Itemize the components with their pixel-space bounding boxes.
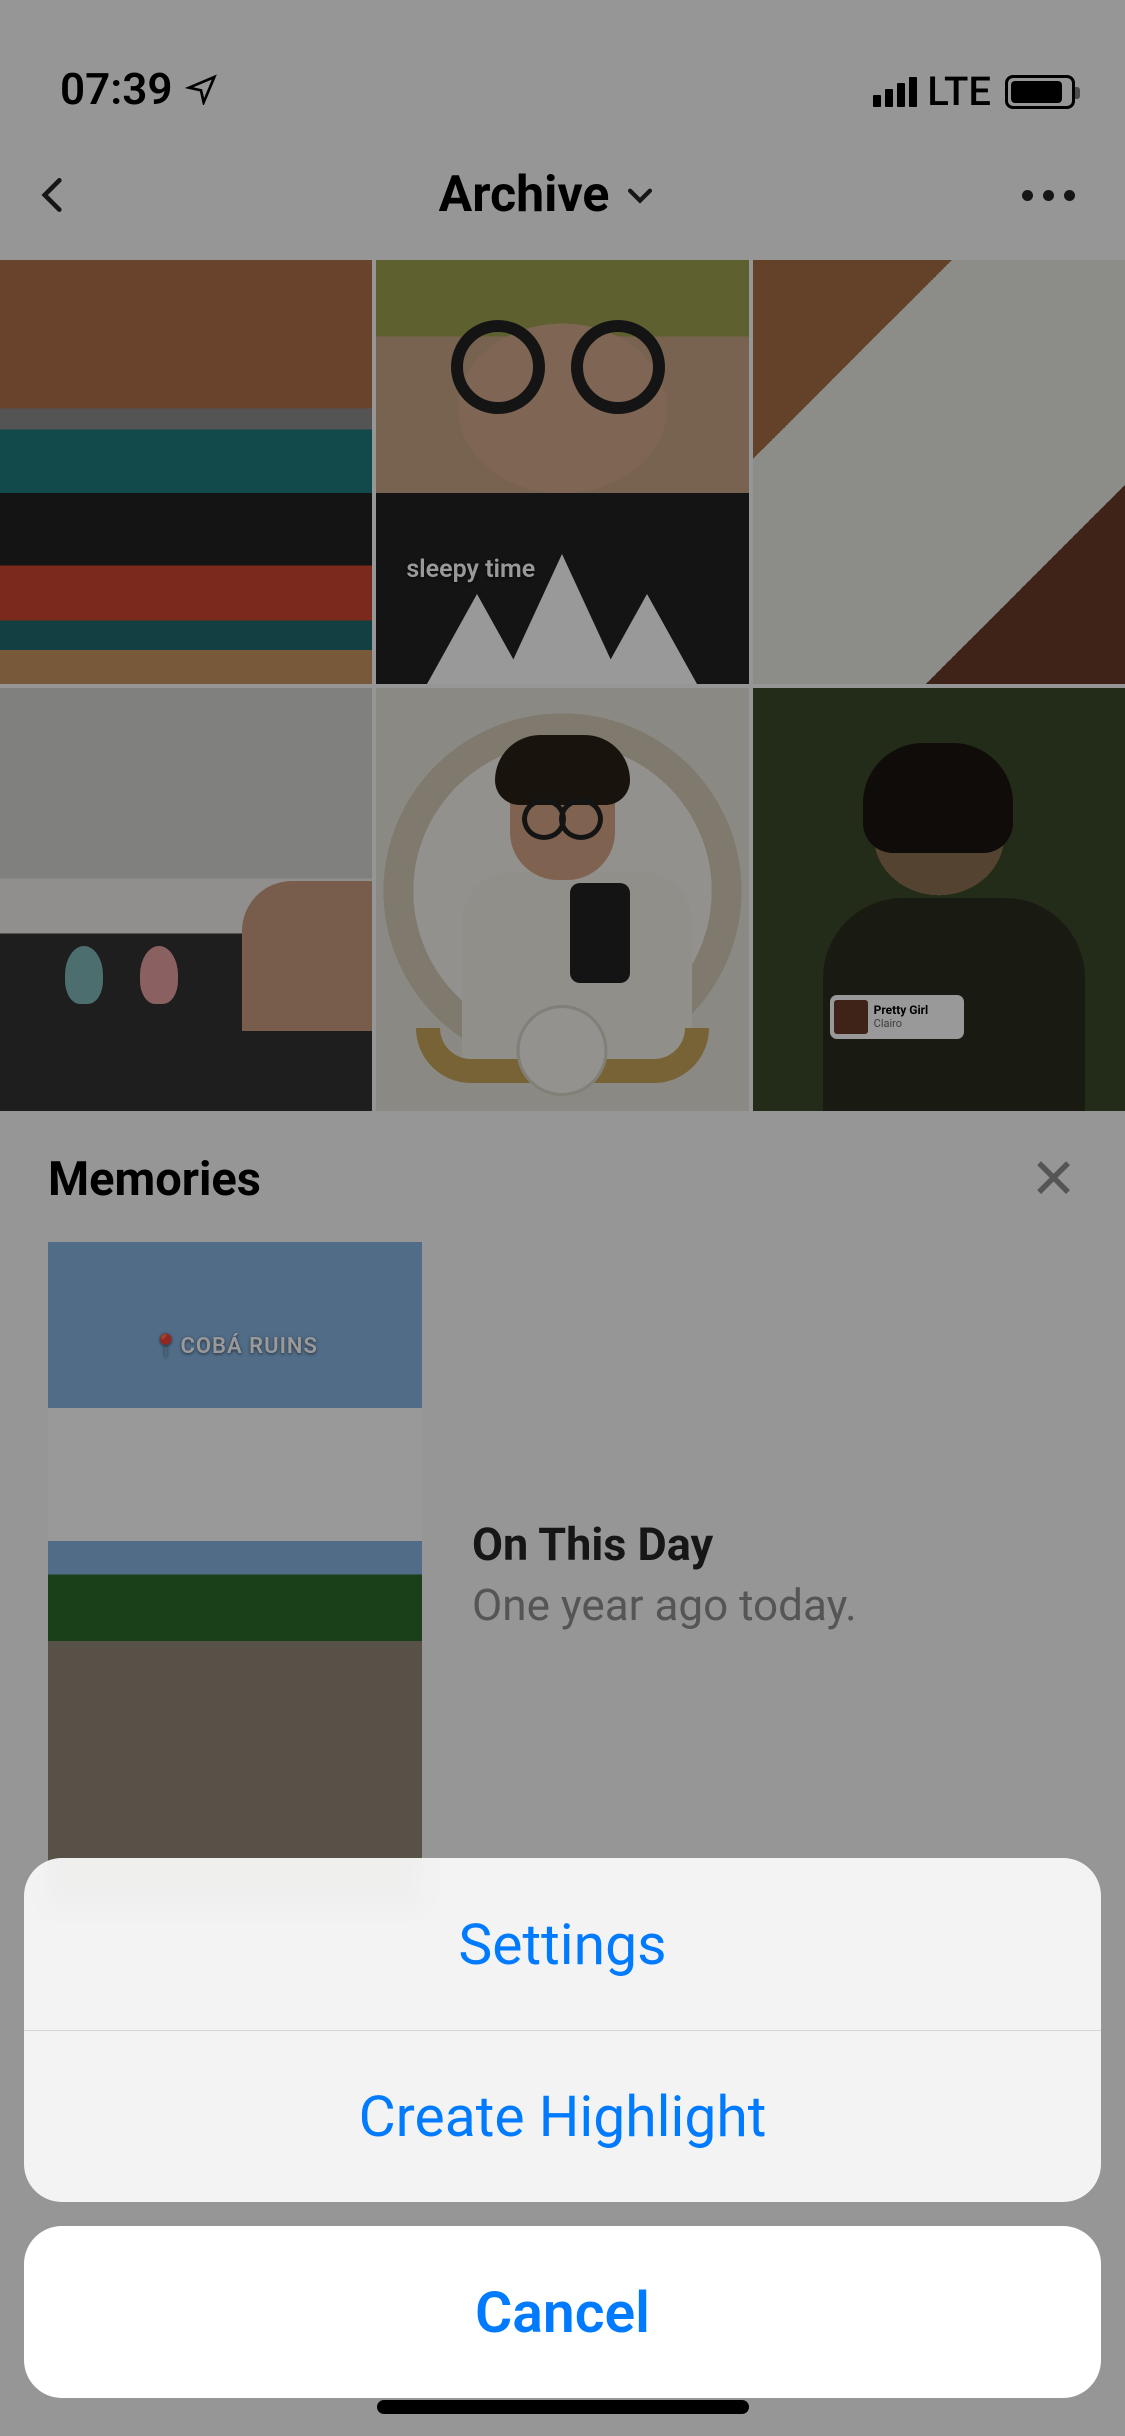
settings-button[interactable]: Settings [24, 1858, 1101, 2030]
create-highlight-button[interactable]: Create Highlight [24, 2030, 1101, 2202]
cancel-button[interactable]: Cancel [24, 2226, 1101, 2398]
home-indicator[interactable] [377, 2400, 749, 2414]
action-sheet: Settings Create Highlight Cancel [24, 1858, 1101, 2398]
